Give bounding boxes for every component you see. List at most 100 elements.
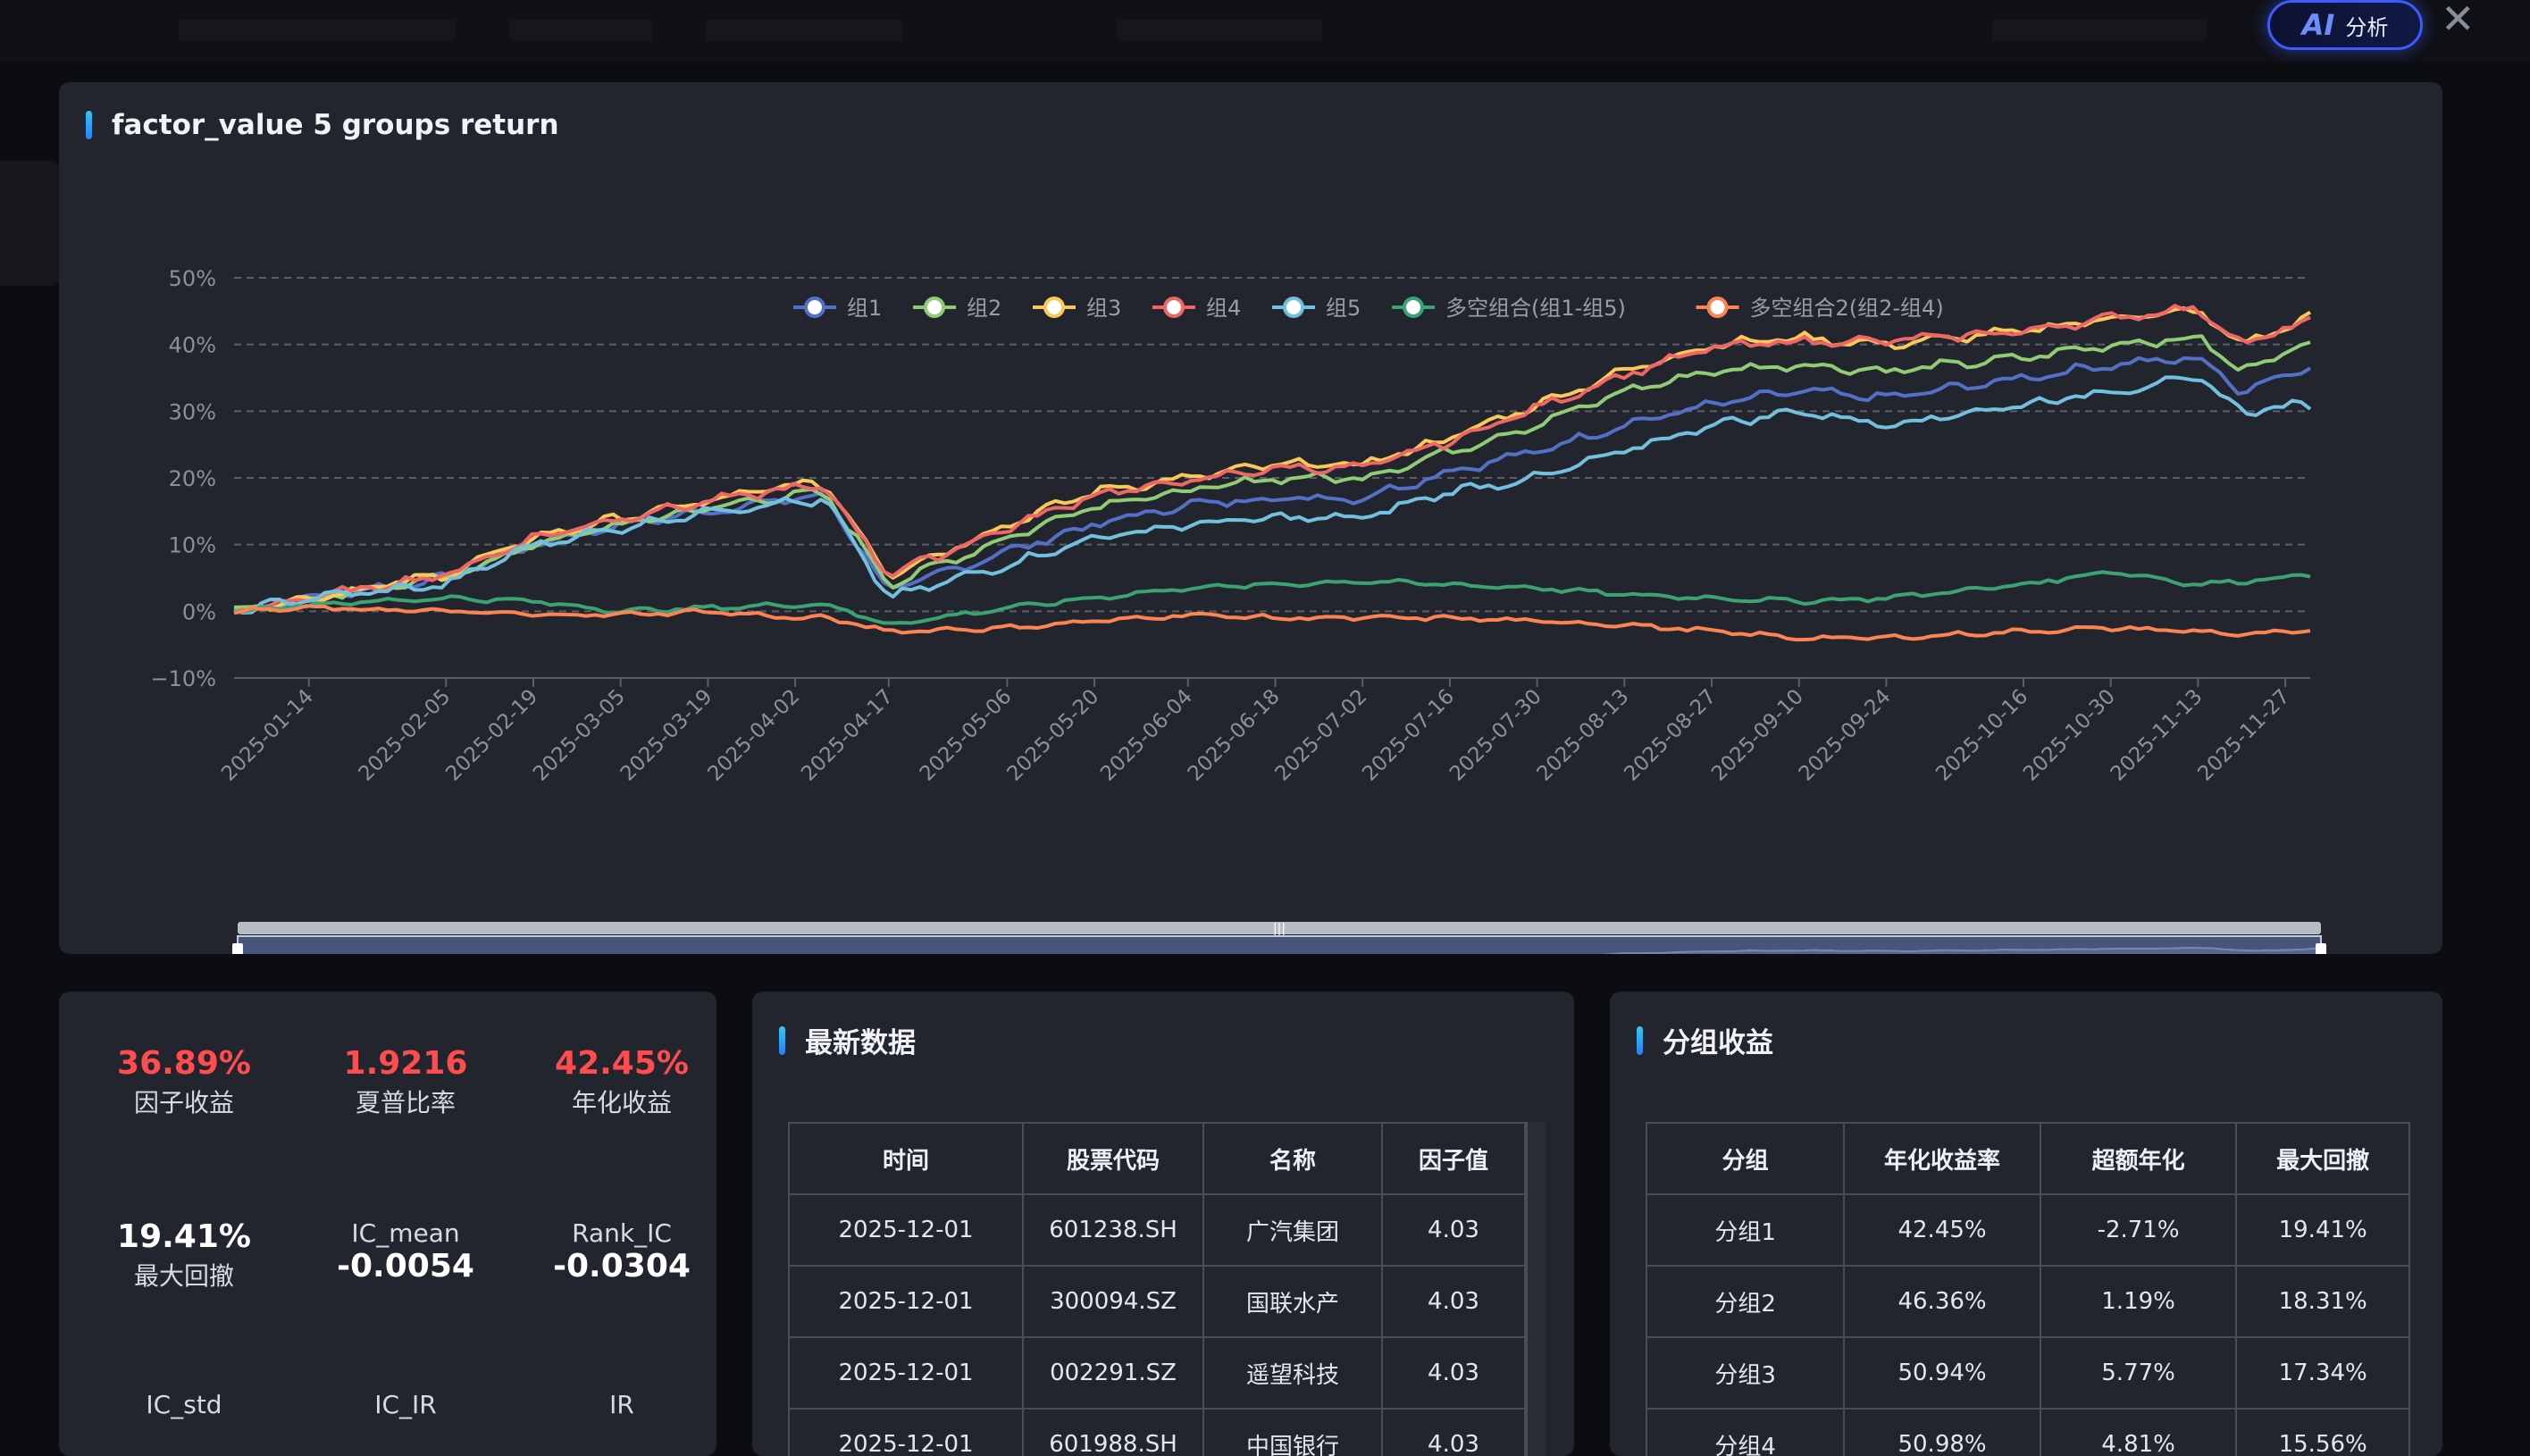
column-header[interactable]: 股票代码 (1022, 1122, 1204, 1195)
column-header[interactable]: 分组 (1645, 1122, 1846, 1195)
legend-marker-icon (1706, 297, 1729, 318)
table-cell: 4.03 (1381, 1336, 1526, 1410)
x-tick-label: 2025-09-10 (1707, 685, 1808, 786)
y-tick-label: 10% (169, 533, 216, 558)
group-return-chart-card: factor_value 5 groups return 组1 组2 组3 组4 组5 多… (59, 82, 2442, 954)
x-tick-label: 2025-04-17 (797, 685, 898, 786)
column-header[interactable]: 因子值 (1381, 1122, 1526, 1195)
metric-item: 42.45% 年化收益 (515, 1045, 729, 1119)
legend-marker-icon (1283, 297, 1304, 318)
legend-label: 组2 (967, 296, 1001, 321)
series-line (233, 334, 2311, 613)
table-cell: 国联水产 (1202, 1265, 1383, 1338)
table-row[interactable]: 2025-12-01 601988.SH 中国银行 4.03 (788, 1408, 1526, 1456)
legend-item[interactable]: 组1 (793, 296, 882, 321)
table-row[interactable]: 2025-12-01 300094.SZ 国联水产 4.03 (788, 1265, 1526, 1338)
table-cell: 1.19% (2039, 1265, 2238, 1338)
metric-label: 最大回撤 (133, 1261, 234, 1291)
table-row[interactable]: 2025-12-01 601238.SH 广汽集团 4.03 (788, 1193, 1526, 1267)
x-tick-label: 2025-09-24 (1795, 685, 1896, 786)
legend-item[interactable]: 组3 (1033, 296, 1121, 321)
metric-label: IC_std (146, 1390, 222, 1419)
x-tick-label: 2025-02-19 (441, 685, 542, 786)
table-cell: 分组3 (1645, 1336, 1846, 1410)
ai-icon: AI (2301, 8, 2335, 42)
metric-item: IC_mean -0.0054 (298, 1218, 513, 1284)
zoom-handle-left[interactable] (232, 943, 243, 954)
x-tick-label: 2025-07-16 (1358, 685, 1459, 786)
background-header (0, 0, 2530, 63)
x-tick-label: 2025-03-19 (616, 685, 717, 786)
table-cell: 300094.SZ (1022, 1265, 1204, 1338)
metric-label: 因子收益 (133, 1088, 234, 1117)
table-cell: 2025-12-01 (788, 1408, 1024, 1456)
series-line (233, 305, 2312, 614)
group-card-title: 分组收益 (1663, 1027, 1773, 1059)
column-header[interactable]: 最大回撤 (2235, 1122, 2410, 1195)
legend-marker-icon (1163, 297, 1185, 318)
table-cell: 2025-12-01 (788, 1193, 1024, 1267)
table-cell: 601988.SH (1022, 1408, 1204, 1456)
ai-analysis-label: 分析 (2345, 14, 2389, 40)
y-tick-label: 30% (169, 399, 216, 424)
table-row[interactable]: 分组1 42.45% -2.71% 19.41% (1645, 1193, 2410, 1267)
legend-label: 多空组合(组1-组5) (1445, 296, 1626, 321)
ai-analysis-button[interactable]: AI 分析 (2267, 0, 2423, 50)
x-tick-label: 2025-07-02 (1271, 685, 1372, 786)
table-row[interactable]: 2025-12-01 002291.SZ 遥望科技 4.03 (788, 1336, 1526, 1410)
table-cell: 4.81% (2039, 1408, 2238, 1456)
latest-card-title: 最新数据 (805, 1027, 916, 1059)
table-cell: 2025-12-01 (788, 1336, 1024, 1410)
legend-label: 多空组合2(组2-组4) (1750, 296, 1944, 321)
metric-label: Rank_IC (572, 1218, 672, 1248)
background-nav-item (509, 20, 652, 41)
x-tick-label: 2025-11-27 (2193, 685, 2294, 786)
background-nav-item (1992, 20, 2207, 41)
column-header[interactable]: 时间 (788, 1122, 1024, 1195)
table-cell: 5.77% (2039, 1336, 2238, 1410)
table-cell: 遥望科技 (1202, 1336, 1383, 1410)
legend-item[interactable]: 组5 (1272, 296, 1361, 321)
column-header[interactable]: 超额年化 (2039, 1122, 2238, 1195)
legend-item[interactable]: 多空组合2(组2-组4) (1696, 296, 1944, 321)
legend-item[interactable]: 多空组合(组1-组5) (1392, 296, 1626, 321)
x-tick-label: 2025-11-13 (2107, 685, 2207, 786)
x-tick-label: 2025-10-16 (1931, 685, 2032, 786)
y-tick-label: 40% (169, 333, 216, 358)
table-cell: 601238.SH (1022, 1193, 1204, 1267)
legend-label: 组5 (1326, 296, 1361, 321)
x-tick-label: 2025-05-20 (1002, 685, 1103, 786)
zoom-handle-right[interactable] (2316, 943, 2326, 954)
table-cell: 15.56% (2235, 1408, 2410, 1456)
latest-card-header: 最新数据 (779, 1020, 916, 1060)
metric-label: 年化收益 (571, 1088, 672, 1117)
y-tick-label: 50% (169, 266, 216, 291)
close-icon[interactable]: ✕ (2441, 0, 2476, 43)
metric-item: 19.41% 最大回撤 (77, 1218, 291, 1293)
table-row[interactable]: 分组2 46.36% 1.19% 18.31% (1645, 1265, 2410, 1338)
metric-value: 42.45% (555, 1045, 689, 1082)
legend-item[interactable]: 组4 (1152, 296, 1241, 321)
table-cell: 2025-12-01 (788, 1265, 1024, 1338)
column-header[interactable]: 名称 (1202, 1122, 1383, 1195)
legend-label: 组3 (1086, 296, 1121, 321)
x-tick-label: 2025-08-27 (1620, 685, 1721, 786)
metric-item: IC_IR (298, 1390, 513, 1419)
table-row[interactable]: 分组4 50.98% 4.81% 15.56% (1645, 1408, 2410, 1456)
table-scrollbar[interactable] (1526, 1122, 1546, 1456)
table-row[interactable]: 分组3 50.94% 5.77% 17.34% (1645, 1336, 2410, 1410)
legend-item[interactable]: 组2 (913, 296, 1001, 321)
chart-series (233, 304, 2312, 642)
column-header[interactable]: 年化收益率 (1843, 1122, 2041, 1195)
table-cell: 42.45% (1843, 1193, 2041, 1267)
background-sidebar (0, 161, 59, 286)
metric-item: 36.89% 因子收益 (77, 1045, 291, 1119)
legend-marker-icon (924, 297, 945, 318)
chart-legend: 组1 组2 组3 组4 组5 多空组合(组1-组5) 多空组合2(组2-组4) (793, 296, 1944, 321)
metrics-card: 36.89% 因子收益 1.9216 夏普比率 42.45% 年化收益 19.41% 最大回撤… (59, 992, 716, 1456)
x-tick-label: 2025-03-05 (529, 685, 630, 786)
group-returns-table: 分组 年化收益率 超额年化 最大回撤 分组1 42.45% -2.71% 19.41% 分组2… (1645, 1122, 2410, 1456)
series-line (233, 304, 2311, 614)
table-header-row: 分组 年化收益率 超额年化 最大回撤 (1645, 1122, 2410, 1195)
x-tick-label: 2025-07-30 (1445, 685, 1546, 786)
